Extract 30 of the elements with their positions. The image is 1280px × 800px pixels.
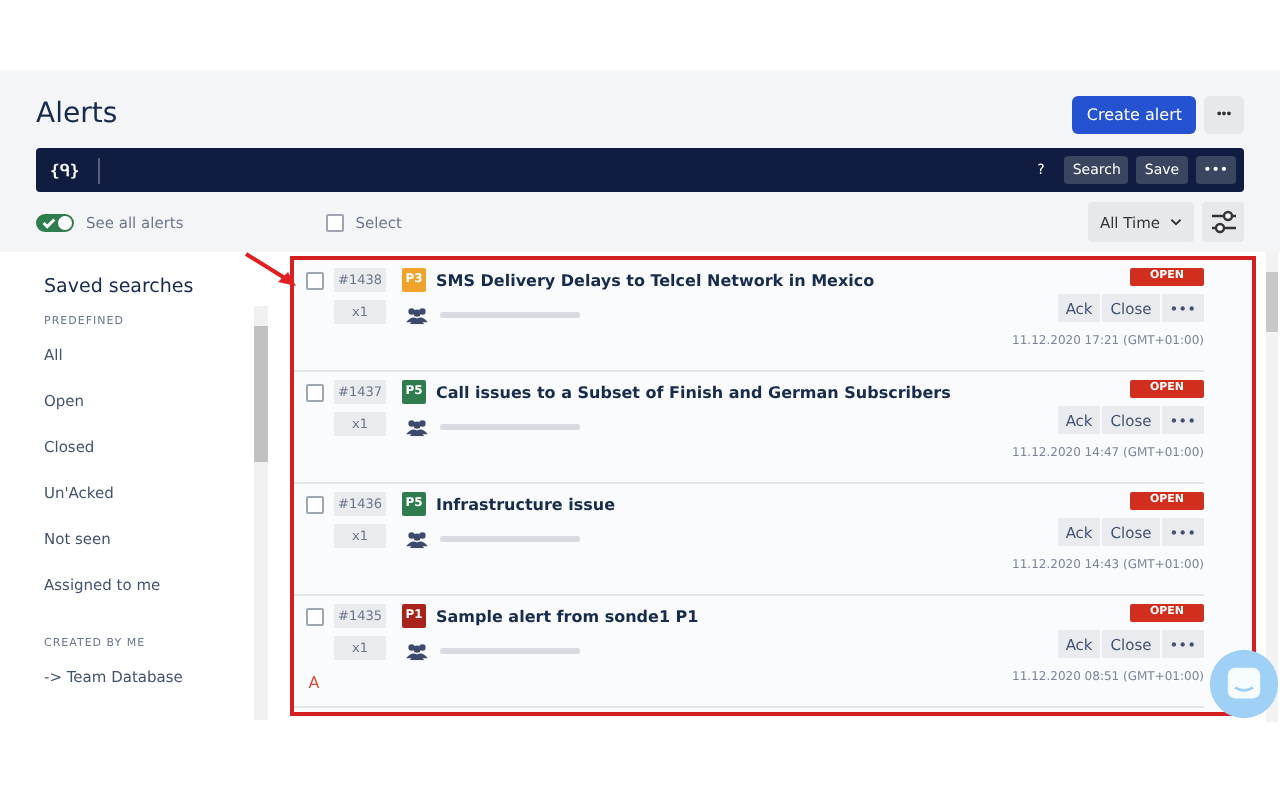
create-alert-button[interactable]: Create alert (1072, 95, 1196, 133)
filter-settings-button[interactable] (1202, 202, 1244, 242)
chevron-icon (1170, 218, 1182, 226)
page-title: Alerts (36, 98, 118, 130)
chat-icon[interactable] (1208, 648, 1280, 720)
alert-title[interactable]: Call issues to a Subset of Finish and German Subscribers (436, 383, 951, 401)
team-icon (406, 417, 428, 435)
blurred-text-bar (440, 423, 580, 429)
team-icon (406, 305, 428, 323)
scrollbar[interactable] (254, 306, 268, 720)
alert-title[interactable]: SMS Delivery Delays to Telcel Network in Mexico (436, 271, 875, 289)
row-checkbox[interactable] (305, 608, 323, 626)
toggle-switch[interactable] (36, 213, 74, 231)
scrollbar[interactable] (1266, 252, 1278, 722)
alert-title[interactable]: Infrastructure issue (436, 495, 616, 513)
sidebar-title: Saved searches (44, 276, 194, 298)
blurred-text-bar (440, 647, 580, 653)
marker-letter: A (308, 674, 320, 692)
row-checkbox[interactable] (305, 384, 323, 402)
sliders-icon (1209, 210, 1237, 234)
blurred-text-bar (440, 535, 580, 541)
check-icon (40, 213, 58, 231)
blurred-text-bar (440, 311, 580, 317)
team-icon (406, 641, 428, 659)
alert-title[interactable]: Sample alert from sonde1 P1 (436, 607, 699, 625)
select-checkbox[interactable] (325, 213, 344, 231)
row-checkbox[interactable] (305, 496, 323, 514)
team-icon (406, 529, 428, 547)
row-checkbox[interactable] (305, 272, 323, 290)
query-icon: {ᑫ} (50, 161, 80, 179)
